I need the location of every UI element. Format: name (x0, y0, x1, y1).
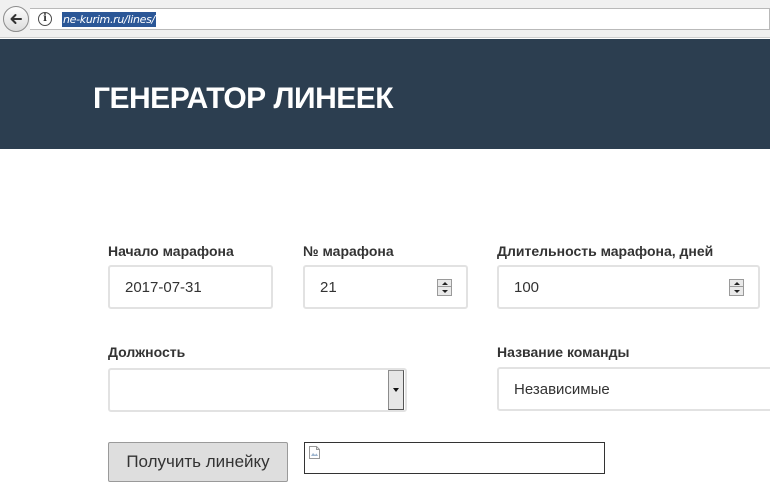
duration-input[interactable]: 100 (497, 265, 760, 309)
spinner-up-icon[interactable] (438, 280, 451, 287)
marathon-number-label: № марафона (303, 243, 394, 259)
address-bar[interactable]: i ne-kurim.ru/lines/ (30, 8, 770, 30)
get-ruler-button[interactable]: Получить линейку (108, 442, 288, 482)
browser-toolbar: i ne-kurim.ru/lines/ (0, 0, 770, 38)
team-name-input[interactable]: Независимые (497, 367, 770, 411)
start-date-value: 2017-07-31 (125, 279, 202, 296)
url-text[interactable]: ne-kurim.ru/lines/ (62, 12, 156, 27)
marathon-number-input[interactable]: 21 (303, 265, 468, 309)
spinner-down-icon[interactable] (438, 288, 451, 295)
position-select[interactable] (108, 368, 407, 412)
duration-label: Длительность марафона, дней (497, 243, 714, 259)
back-arrow-icon (10, 14, 22, 24)
info-icon[interactable]: i (38, 12, 52, 26)
marathon-number-value: 21 (320, 279, 337, 296)
position-label: Должность (108, 344, 186, 360)
dropdown-arrow-icon[interactable] (388, 370, 404, 410)
back-button[interactable] (3, 6, 29, 32)
start-date-label: Начало марафона (108, 243, 234, 259)
page-header: ГЕНЕРАТОР ЛИНЕЕК (0, 39, 770, 149)
spinner-up-icon[interactable] (730, 280, 743, 287)
broken-image-icon (309, 446, 320, 459)
duration-value: 100 (514, 279, 540, 296)
page-title: ГЕНЕРАТОР ЛИНЕЕК (93, 82, 394, 115)
start-date-input[interactable]: 2017-07-31 (108, 265, 273, 309)
team-name-label: Название команды (497, 344, 630, 360)
marathon-number-spinner[interactable] (437, 279, 452, 296)
ruler-image (304, 442, 605, 474)
spinner-down-icon[interactable] (730, 288, 743, 295)
duration-spinner[interactable] (729, 279, 744, 296)
team-name-value: Независимые (514, 381, 610, 398)
